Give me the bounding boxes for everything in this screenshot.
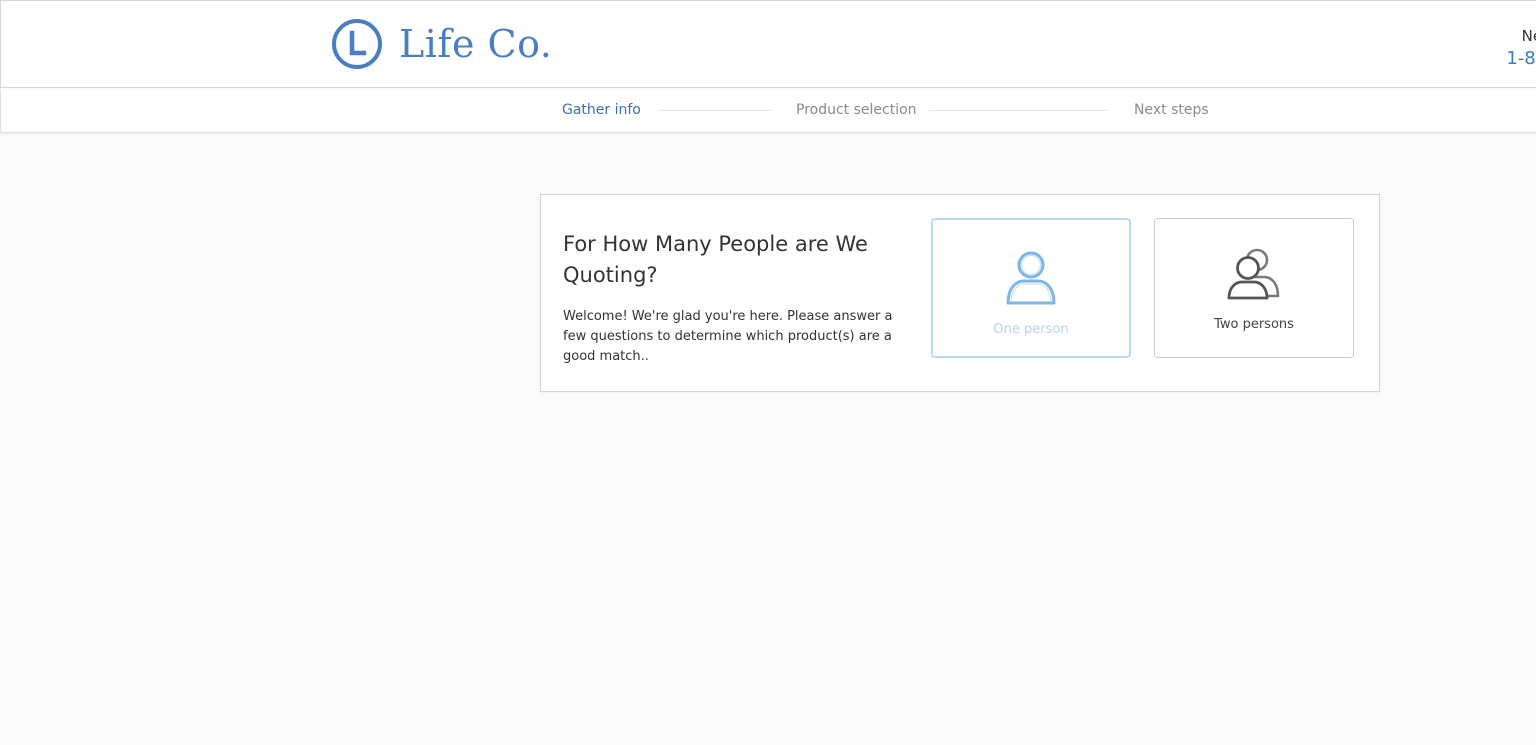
logo-text: Life Co.: [399, 22, 553, 66]
step-gather-info: Gather info: [562, 102, 641, 118]
option-one-person[interactable]: One person: [931, 218, 1131, 358]
logo[interactable]: Life Co.: [331, 17, 552, 71]
step-connector: [929, 110, 1107, 111]
help-phone-link[interactable]: 1-855-331-: [1506, 47, 1536, 71]
question-description: Welcome! We're glad you're here. Please …: [563, 309, 893, 364]
help-label: Need help?: [1521, 27, 1536, 45]
option-label: One person: [993, 322, 1069, 337]
person-icon: [1006, 251, 1056, 305]
site-header: Life Co. Need help? 1-855-331-: [0, 0, 1536, 88]
option-label: Two persons: [1214, 317, 1294, 332]
logo-mark-icon: [332, 19, 382, 69]
step-connector: [659, 110, 771, 111]
progress-steps: Gather info Product selection Next steps: [0, 89, 1536, 133]
question-title: For How Many People are We Quoting?: [563, 232, 868, 287]
question-card: For How Many People are We Quoting? Welc…: [540, 194, 1380, 392]
step-next-steps: Next steps: [1134, 102, 1209, 118]
option-two-persons[interactable]: Two persons: [1154, 218, 1354, 358]
step-product-selection: Product selection: [796, 102, 917, 118]
help-contact: Need help? 1-855-331-: [1416, 25, 1536, 71]
two-persons-icon: [1227, 248, 1280, 300]
